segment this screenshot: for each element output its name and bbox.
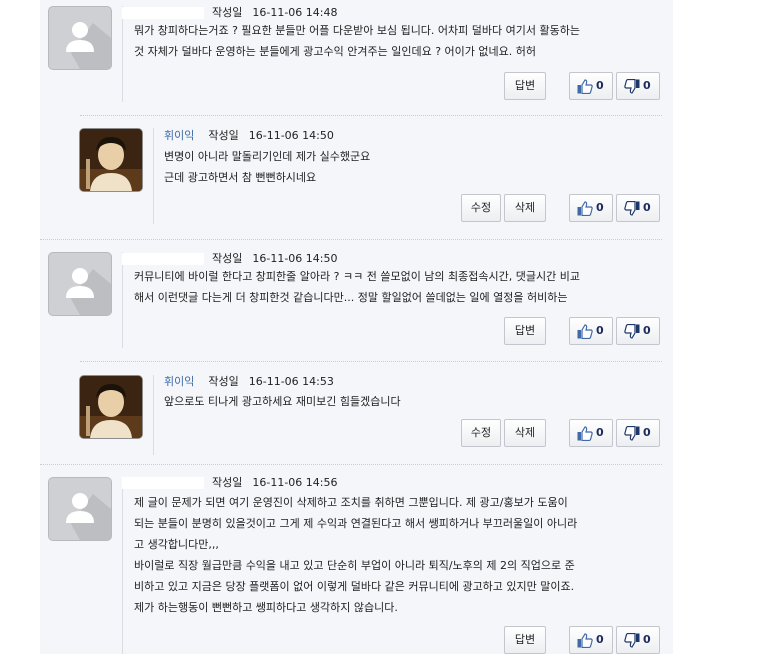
comment-text: 앞으로도 티나게 광고하세요 재미보긴 힘들겠습니다 xyxy=(164,395,401,408)
date-label: 작성일 xyxy=(212,6,243,19)
thumbs-down-icon xyxy=(624,79,640,94)
thumbs-up-icon xyxy=(577,79,593,94)
author-name[interactable]: 휘이익 xyxy=(164,129,194,142)
author-name-redacted xyxy=(122,7,204,19)
comment-text: 제 글이 문제가 되면 여기 운영진이 삭제하고 조치를 취하면 그뿐입니다. … xyxy=(134,496,578,614)
comment-meta: 작성일 16-11-06 14:56 xyxy=(122,476,338,490)
edit-button[interactable]: 수정 xyxy=(461,419,501,447)
delete-button[interactable]: 삭제 xyxy=(504,419,546,447)
date-label: 작성일 xyxy=(208,375,239,388)
dislike-count: 0 xyxy=(643,426,651,439)
like-count: 0 xyxy=(596,324,604,337)
thumbs-down-icon xyxy=(624,633,640,648)
thumbs-up-icon xyxy=(577,426,593,441)
comment-meta: 휘이익 작성일 16-11-06 14:50 xyxy=(164,129,334,143)
delete-button[interactable]: 삭제 xyxy=(504,194,546,222)
reply-button[interactable]: 답변 xyxy=(504,72,546,100)
dislike-count: 0 xyxy=(643,324,651,337)
comment-meta: 작성일 16-11-06 14:48 xyxy=(122,6,338,20)
like-button[interactable]: 0 xyxy=(569,72,613,100)
like-count: 0 xyxy=(596,426,604,439)
dislike-count: 0 xyxy=(643,633,651,646)
date-label: 작성일 xyxy=(212,252,243,265)
dislike-count: 0 xyxy=(643,79,651,92)
comment-meta: 작성일 16-11-06 14:50 xyxy=(122,252,338,266)
thumbs-down-icon xyxy=(624,201,640,216)
edit-button[interactable]: 수정 xyxy=(461,194,501,222)
dislike-button[interactable]: 0 xyxy=(616,317,660,345)
comment-date: 16-11-06 14:50 xyxy=(252,252,338,265)
comment-text: 변명이 아니라 말돌리기인데 제가 실수했군요 근데 광고하면서 참 뻔뻔하시네… xyxy=(164,150,371,184)
dislike-button[interactable]: 0 xyxy=(616,72,660,100)
comment-date: 16-11-06 14:53 xyxy=(248,375,334,388)
thumbs-down-icon xyxy=(624,324,640,339)
like-count: 0 xyxy=(596,79,604,92)
like-button[interactable]: 0 xyxy=(569,419,613,447)
author-name-redacted xyxy=(122,253,204,265)
like-count: 0 xyxy=(596,633,604,646)
comment-list: 작성일 16-11-06 14:48 뭐가 창피하다는거죠 ? 필요한 분들만 어… xyxy=(40,0,673,654)
author-name[interactable]: 휘이익 xyxy=(164,375,194,388)
comment-item: 작성일 16-11-06 14:48 뭐가 창피하다는거죠 ? 필요한 분들만 어… xyxy=(40,0,673,112)
user-photo-avatar xyxy=(79,128,143,192)
comment-reply-item: 휘이익 작성일 16-11-06 14:50 변명이 아니라 말돌리기인데 제가 실… xyxy=(40,118,673,233)
author-name-redacted xyxy=(122,477,204,489)
comment-item: 작성일 16-11-06 14:50 커뮤니티에 바이럴 한다고 창피한줄 알아라… xyxy=(40,242,673,357)
comment-date: 16-11-06 14:56 xyxy=(252,476,338,489)
thumbs-up-icon xyxy=(577,633,593,648)
like-button[interactable]: 0 xyxy=(569,194,613,222)
comment-date: 16-11-06 14:48 xyxy=(252,6,338,19)
dislike-button[interactable]: 0 xyxy=(616,419,660,447)
default-avatar xyxy=(48,6,112,70)
comment-reply-item: 휘이익 작성일 16-11-06 14:53 앞으로도 티나게 광고하세요 재미보긴… xyxy=(40,364,673,460)
comment-item: 작성일 16-11-06 14:56 제 글이 문제가 되면 여기 운영진이 삭제… xyxy=(40,467,673,654)
dislike-count: 0 xyxy=(643,201,651,214)
dislike-button[interactable]: 0 xyxy=(616,194,660,222)
date-label: 작성일 xyxy=(208,129,239,142)
default-avatar xyxy=(48,252,112,316)
user-photo-avatar xyxy=(79,375,143,439)
like-button[interactable]: 0 xyxy=(569,626,613,654)
reply-button[interactable]: 답변 xyxy=(504,626,546,654)
reply-button[interactable]: 답변 xyxy=(504,317,546,345)
date-label: 작성일 xyxy=(212,476,243,489)
like-count: 0 xyxy=(596,201,604,214)
comment-text: 뭐가 창피하다는거죠 ? 필요한 분들만 어플 다운받아 보심 됩니다. 어차피… xyxy=(134,24,580,58)
like-button[interactable]: 0 xyxy=(569,317,613,345)
thumbs-down-icon xyxy=(624,426,640,441)
thumbs-up-icon xyxy=(577,201,593,216)
dislike-button[interactable]: 0 xyxy=(616,626,660,654)
comment-date: 16-11-06 14:50 xyxy=(248,129,334,142)
default-avatar xyxy=(48,477,112,541)
comment-text: 커뮤니티에 바이럴 한다고 창피한줄 알아라 ? ㅋㅋ 전 쓸모없이 남의 최종… xyxy=(134,270,580,304)
thumbs-up-icon xyxy=(577,324,593,339)
comment-meta: 휘이익 작성일 16-11-06 14:53 xyxy=(164,375,334,389)
